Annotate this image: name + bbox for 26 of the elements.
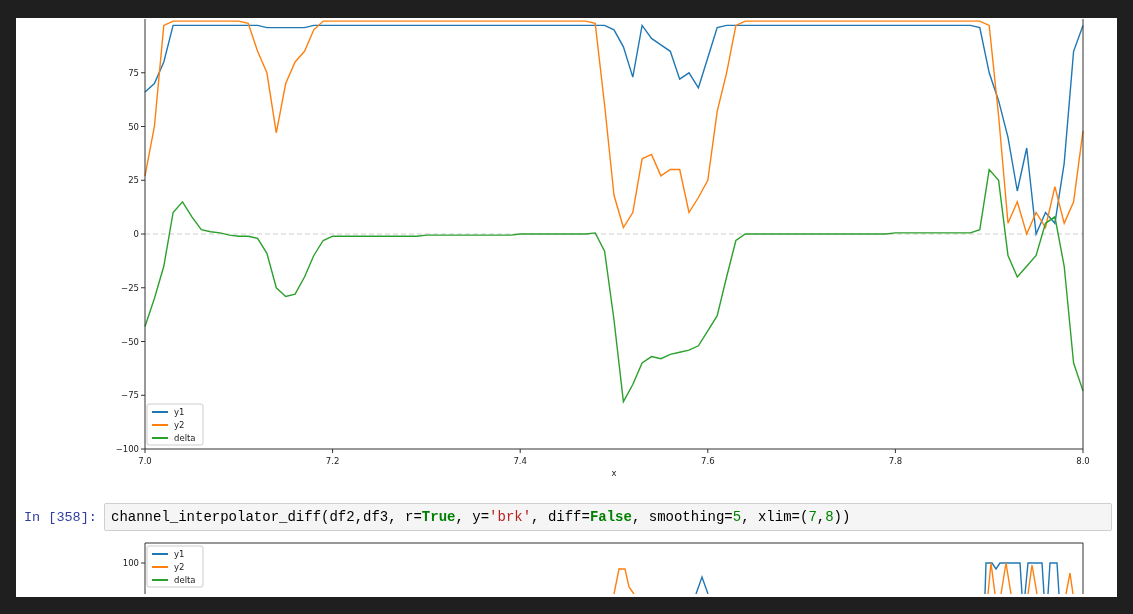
x-tick-label: 7.6	[701, 456, 715, 466]
x-tick-label: 7.8	[888, 456, 903, 466]
legend-box	[146, 403, 204, 446]
y-tick-label: 50	[128, 121, 139, 132]
x-axis-label: x	[611, 468, 617, 478]
code-input-field[interactable]: channel_interpolator_diff(df2,df3, r=True, y='brk', diff=False, smoothing=5, xlim=(7,8))	[104, 503, 1112, 531]
y-tick-label: −25	[121, 282, 139, 293]
x-tick-label: 7.0	[138, 456, 152, 466]
legend-label: y1	[174, 407, 185, 417]
y-tick-label: 75	[128, 67, 139, 78]
legend-label: delta	[174, 575, 196, 585]
legend-box	[146, 545, 204, 588]
y-tick-label: −50	[121, 336, 139, 347]
legend-label: y1	[174, 549, 185, 559]
x-tick-label: 8.0	[1076, 456, 1090, 466]
legend-label: y2	[174, 562, 185, 572]
y-tick-label: −100	[115, 444, 139, 454]
y-tick-label: 0	[133, 229, 139, 239]
legend-label: delta	[174, 433, 196, 443]
x-tick-label: 7.4	[513, 456, 527, 466]
legend-label: y2	[174, 420, 185, 430]
x-tick-label: 7.2	[325, 456, 340, 466]
y-tick-label: 25	[128, 175, 139, 186]
y-tick-label: 100	[122, 558, 139, 568]
input-prompt: In [358]:	[23, 509, 98, 525]
y-tick-label: −75	[121, 390, 139, 401]
